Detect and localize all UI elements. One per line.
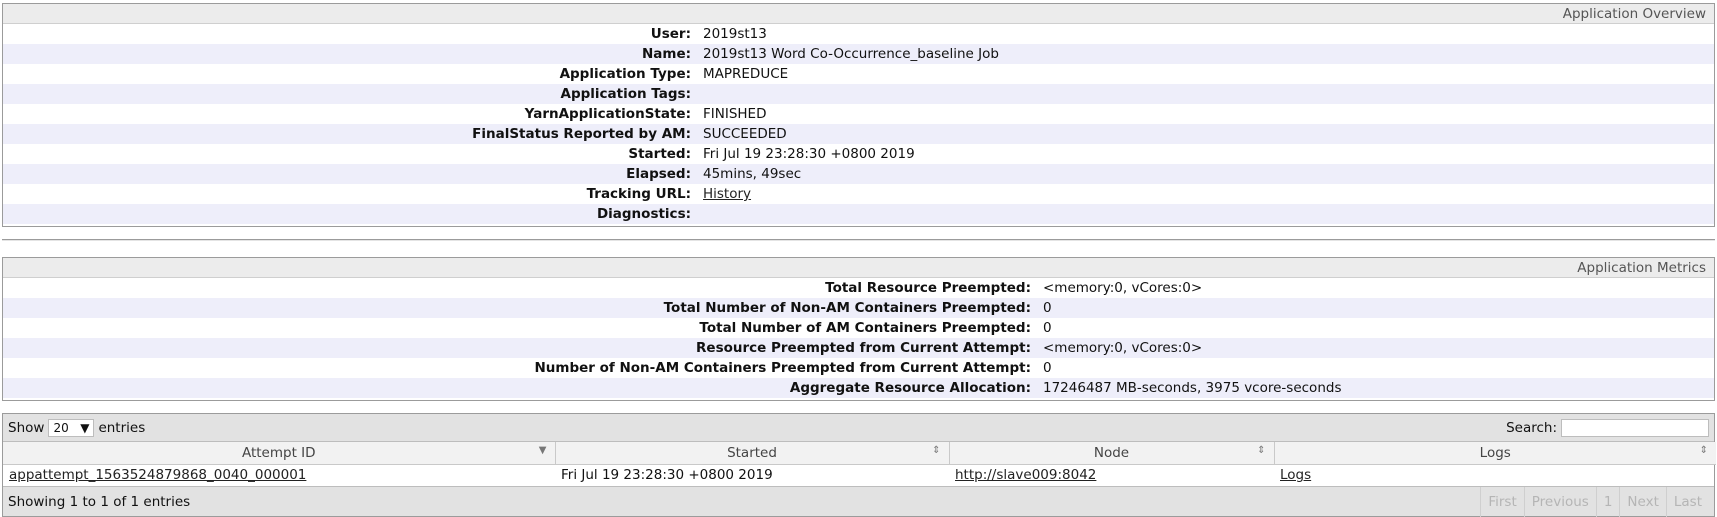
row-value: 17246487 MB-seconds, 3975 vcore-seconds xyxy=(1043,380,1342,396)
attempt-id-link[interactable]: appattempt_1563524879868_0040_000001 xyxy=(9,467,306,483)
column-label: Logs xyxy=(1479,444,1511,461)
row-label: YarnApplicationState: xyxy=(524,106,691,122)
info-row-started: Started: Fri Jul 19 23:28:30 +0800 2019 xyxy=(3,144,1714,164)
attempts-table-wrapper: Show 20 ▼ entries Search: Attempt ID ▼ S… xyxy=(2,413,1716,517)
page-length-control: Show 20 ▼ entries xyxy=(8,418,146,437)
node-link[interactable]: http://slave009:8042 xyxy=(955,467,1096,483)
row-value: 2019st13 xyxy=(703,26,767,42)
column-label: Attempt ID xyxy=(241,444,316,461)
pager-first-button[interactable]: First xyxy=(1480,486,1523,517)
panel-header: Application Metrics xyxy=(3,258,1714,278)
row-label: FinalStatus Reported by AM: xyxy=(472,126,691,142)
row-label: Application Tags: xyxy=(560,86,692,102)
row-label: Diagnostics: xyxy=(596,206,691,222)
table-row: appattempt_1563524879868_0040_000001 Fri… xyxy=(3,464,1716,486)
sort-both-icon: ⇕ xyxy=(1257,445,1266,456)
search-input[interactable] xyxy=(1561,418,1709,437)
sort-desc-icon: ▼ xyxy=(538,445,547,456)
row-value: SUCCEEDED xyxy=(703,126,787,142)
table-info: Showing 1 to 1 of 1 entries xyxy=(8,493,191,510)
row-value: <memory:0, vCores:0> xyxy=(1043,340,1203,356)
page-length-select[interactable]: 20 ▼ xyxy=(48,418,95,437)
show-label: Show xyxy=(8,419,45,436)
row-label: Tracking URL: xyxy=(586,186,691,202)
info-row-final-status: FinalStatus Reported by AM: SUCCEEDED xyxy=(3,124,1714,144)
row-value: 0 xyxy=(1043,320,1052,336)
column-header-logs[interactable]: Logs ⇕ xyxy=(1274,442,1716,465)
row-label: Started: xyxy=(628,146,691,162)
application-overview-panel: Application Overview User: 2019st13 Name… xyxy=(2,3,1715,227)
tracking-history-link[interactable]: History xyxy=(703,186,751,202)
cell-node: http://slave009:8042 xyxy=(949,464,1274,486)
entries-label: entries xyxy=(98,419,146,436)
row-value: MAPREDUCE xyxy=(703,66,789,82)
pager-previous-button[interactable]: Previous xyxy=(1523,486,1596,517)
row-label: Name: xyxy=(641,46,691,62)
metric-row: Resource Preempted from Current Attempt:… xyxy=(3,338,1714,358)
cell-started: Fri Jul 19 23:28:30 +0800 2019 xyxy=(561,467,773,484)
row-value: 0 xyxy=(1043,360,1052,376)
info-row-diagnostics: Diagnostics: xyxy=(3,204,1714,224)
row-label: User: xyxy=(650,26,691,42)
row-value: FINISHED xyxy=(703,106,767,122)
column-header-node[interactable]: Node ⇕ xyxy=(949,442,1275,465)
pager-next-button[interactable]: Next xyxy=(1619,486,1665,517)
row-label: Total Number of AM Containers Preempted: xyxy=(699,320,1031,336)
row-value: <memory:0, vCores:0> xyxy=(1043,280,1203,296)
metric-row: Number of Non-AM Containers Preempted fr… xyxy=(3,358,1714,378)
sort-both-icon: ⇕ xyxy=(932,445,941,456)
row-label: Elapsed: xyxy=(626,166,691,182)
metric-row: Total Resource Preempted: <memory:0, vCo… xyxy=(3,278,1714,298)
search-control: Search: xyxy=(1506,418,1709,437)
info-row-application-tags: Application Tags: xyxy=(3,84,1714,104)
panel-header: Application Overview xyxy=(3,4,1714,24)
cell-attempt-id: appattempt_1563524879868_0040_000001 xyxy=(3,464,555,486)
info-row-yarn-state: YarnApplicationState: FINISHED xyxy=(3,104,1714,124)
row-label: Total Number of Non-AM Containers Preemp… xyxy=(663,300,1031,316)
info-row-tracking-url: Tracking URL: History xyxy=(3,184,1714,204)
search-label: Search: xyxy=(1506,419,1557,436)
column-header-attempt-id[interactable]: Attempt ID ▼ xyxy=(3,442,556,465)
pager-page-1-button[interactable]: 1 xyxy=(1595,486,1620,517)
attempts-table: Attempt ID ▼ Started ⇕ Node ⇕ Logs ⇕ app… xyxy=(3,442,1716,486)
pager-last-button[interactable]: Last xyxy=(1665,486,1709,517)
row-value: 45mins, 49sec xyxy=(703,166,802,182)
table-header-row: Attempt ID ▼ Started ⇕ Node ⇕ Logs ⇕ xyxy=(3,442,1716,465)
metric-row: Total Number of AM Containers Preempted:… xyxy=(3,318,1714,338)
metric-row: Aggregate Resource Allocation: 17246487 … xyxy=(3,378,1714,398)
row-value: 2019st13 Word Co-Occurrence_baseline Job xyxy=(703,46,999,62)
table-footer: Showing 1 to 1 of 1 entries First Previo… xyxy=(3,486,1714,517)
info-row-user: User: 2019st13 xyxy=(3,24,1714,44)
chevron-down-icon: ▼ xyxy=(80,420,90,435)
application-metrics-panel: Application Metrics Total Resource Preem… xyxy=(2,257,1715,401)
row-value: Fri Jul 19 23:28:30 +0800 2019 xyxy=(703,146,915,162)
logs-link[interactable]: Logs xyxy=(1280,467,1311,483)
metric-row: Total Number of Non-AM Containers Preemp… xyxy=(3,298,1714,318)
page-length-value: 20 xyxy=(53,420,69,435)
info-row-application-type: Application Type: MAPREDUCE xyxy=(3,64,1714,84)
info-row-elapsed: Elapsed: 45mins, 49sec xyxy=(3,164,1714,184)
section-divider xyxy=(2,239,1715,241)
row-value: 0 xyxy=(1043,300,1052,316)
pagination: First Previous 1 Next Last xyxy=(1480,486,1709,517)
row-label: Resource Preempted from Current Attempt: xyxy=(696,340,1031,356)
row-label: Number of Non-AM Containers Preempted fr… xyxy=(534,360,1031,376)
info-row-name: Name: 2019st13 Word Co-Occurrence_baseli… xyxy=(3,44,1714,64)
row-value-wrap: History xyxy=(703,184,751,204)
table-toolbar: Show 20 ▼ entries Search: xyxy=(3,414,1714,442)
column-label: Node xyxy=(1093,444,1130,461)
row-label: Total Resource Preempted: xyxy=(825,280,1031,296)
row-label: Aggregate Resource Allocation: xyxy=(789,380,1031,396)
sort-both-icon: ⇕ xyxy=(1699,445,1708,456)
column-label: Started xyxy=(727,444,777,461)
row-label: Application Type: xyxy=(559,66,691,82)
cell-logs: Logs xyxy=(1274,464,1716,486)
column-header-started[interactable]: Started ⇕ xyxy=(555,442,950,465)
